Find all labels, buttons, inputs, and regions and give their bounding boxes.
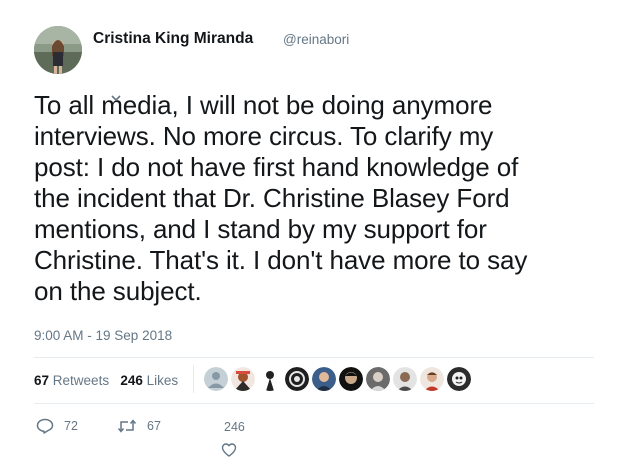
retweets-label: Retweets	[52, 373, 110, 388]
retweets-count: 67	[34, 373, 50, 388]
reply-count: 72	[64, 419, 78, 433]
reply-icon	[36, 418, 54, 434]
tweet-text-line: mentions, and I stand by my support for	[34, 214, 487, 244]
like-count: 246	[224, 420, 245, 434]
display-name[interactable]: Cristina King Miranda	[93, 30, 253, 48]
tweet-text-line: on the subject.	[34, 276, 202, 306]
liker-avatar[interactable]	[204, 367, 228, 391]
tweet-text-line: the incident that Dr. Christine Blasey F…	[34, 183, 510, 213]
stats-separator	[193, 365, 194, 393]
retweets-stat[interactable]: 67 Retweets	[34, 373, 109, 388]
tweet-card: Cristina King Miranda @reinabori To all …	[0, 0, 626, 467]
tweet-timestamp[interactable]: 9:00 AM - 19 Sep 2018	[34, 328, 172, 343]
caret-down-icon[interactable]	[110, 93, 122, 103]
liker-avatar[interactable]	[447, 367, 471, 391]
liker-avatar[interactable]	[339, 367, 363, 391]
retweet-count: 67	[147, 419, 161, 433]
tweet-text-line: Christine. That's it. I don't have more …	[34, 245, 528, 275]
tweet-stats: 67 Retweets 246 Likes	[34, 373, 178, 388]
liker-avatar[interactable]	[366, 367, 390, 391]
tweet-text-line: interviews. No more circus. To clarify m…	[34, 121, 494, 151]
tweet-text-line: post: I do not have first hand knowledge…	[34, 152, 519, 182]
heart-icon[interactable]	[221, 442, 237, 458]
avatar[interactable]	[34, 26, 82, 74]
liker-avatar[interactable]	[231, 367, 255, 391]
user-handle[interactable]: @reinabori	[283, 32, 349, 47]
divider	[34, 357, 594, 358]
liker-avatar[interactable]	[393, 367, 417, 391]
retweet-button[interactable]: 67	[117, 418, 161, 434]
likes-count: 246	[120, 373, 143, 388]
liker-avatar[interactable]	[312, 367, 336, 391]
likes-stat[interactable]: 246 Likes	[120, 373, 178, 388]
reply-button[interactable]: 72	[36, 418, 78, 434]
tweet-text: To all media, I will not be doing anymor…	[34, 90, 604, 307]
retweet-icon	[117, 419, 137, 433]
liker-avatar[interactable]	[420, 367, 444, 391]
liker-avatar[interactable]	[285, 367, 309, 391]
divider	[34, 403, 594, 404]
liker-avatars	[204, 367, 471, 391]
likes-label: Likes	[146, 373, 179, 388]
liker-avatar[interactable]	[258, 367, 282, 391]
